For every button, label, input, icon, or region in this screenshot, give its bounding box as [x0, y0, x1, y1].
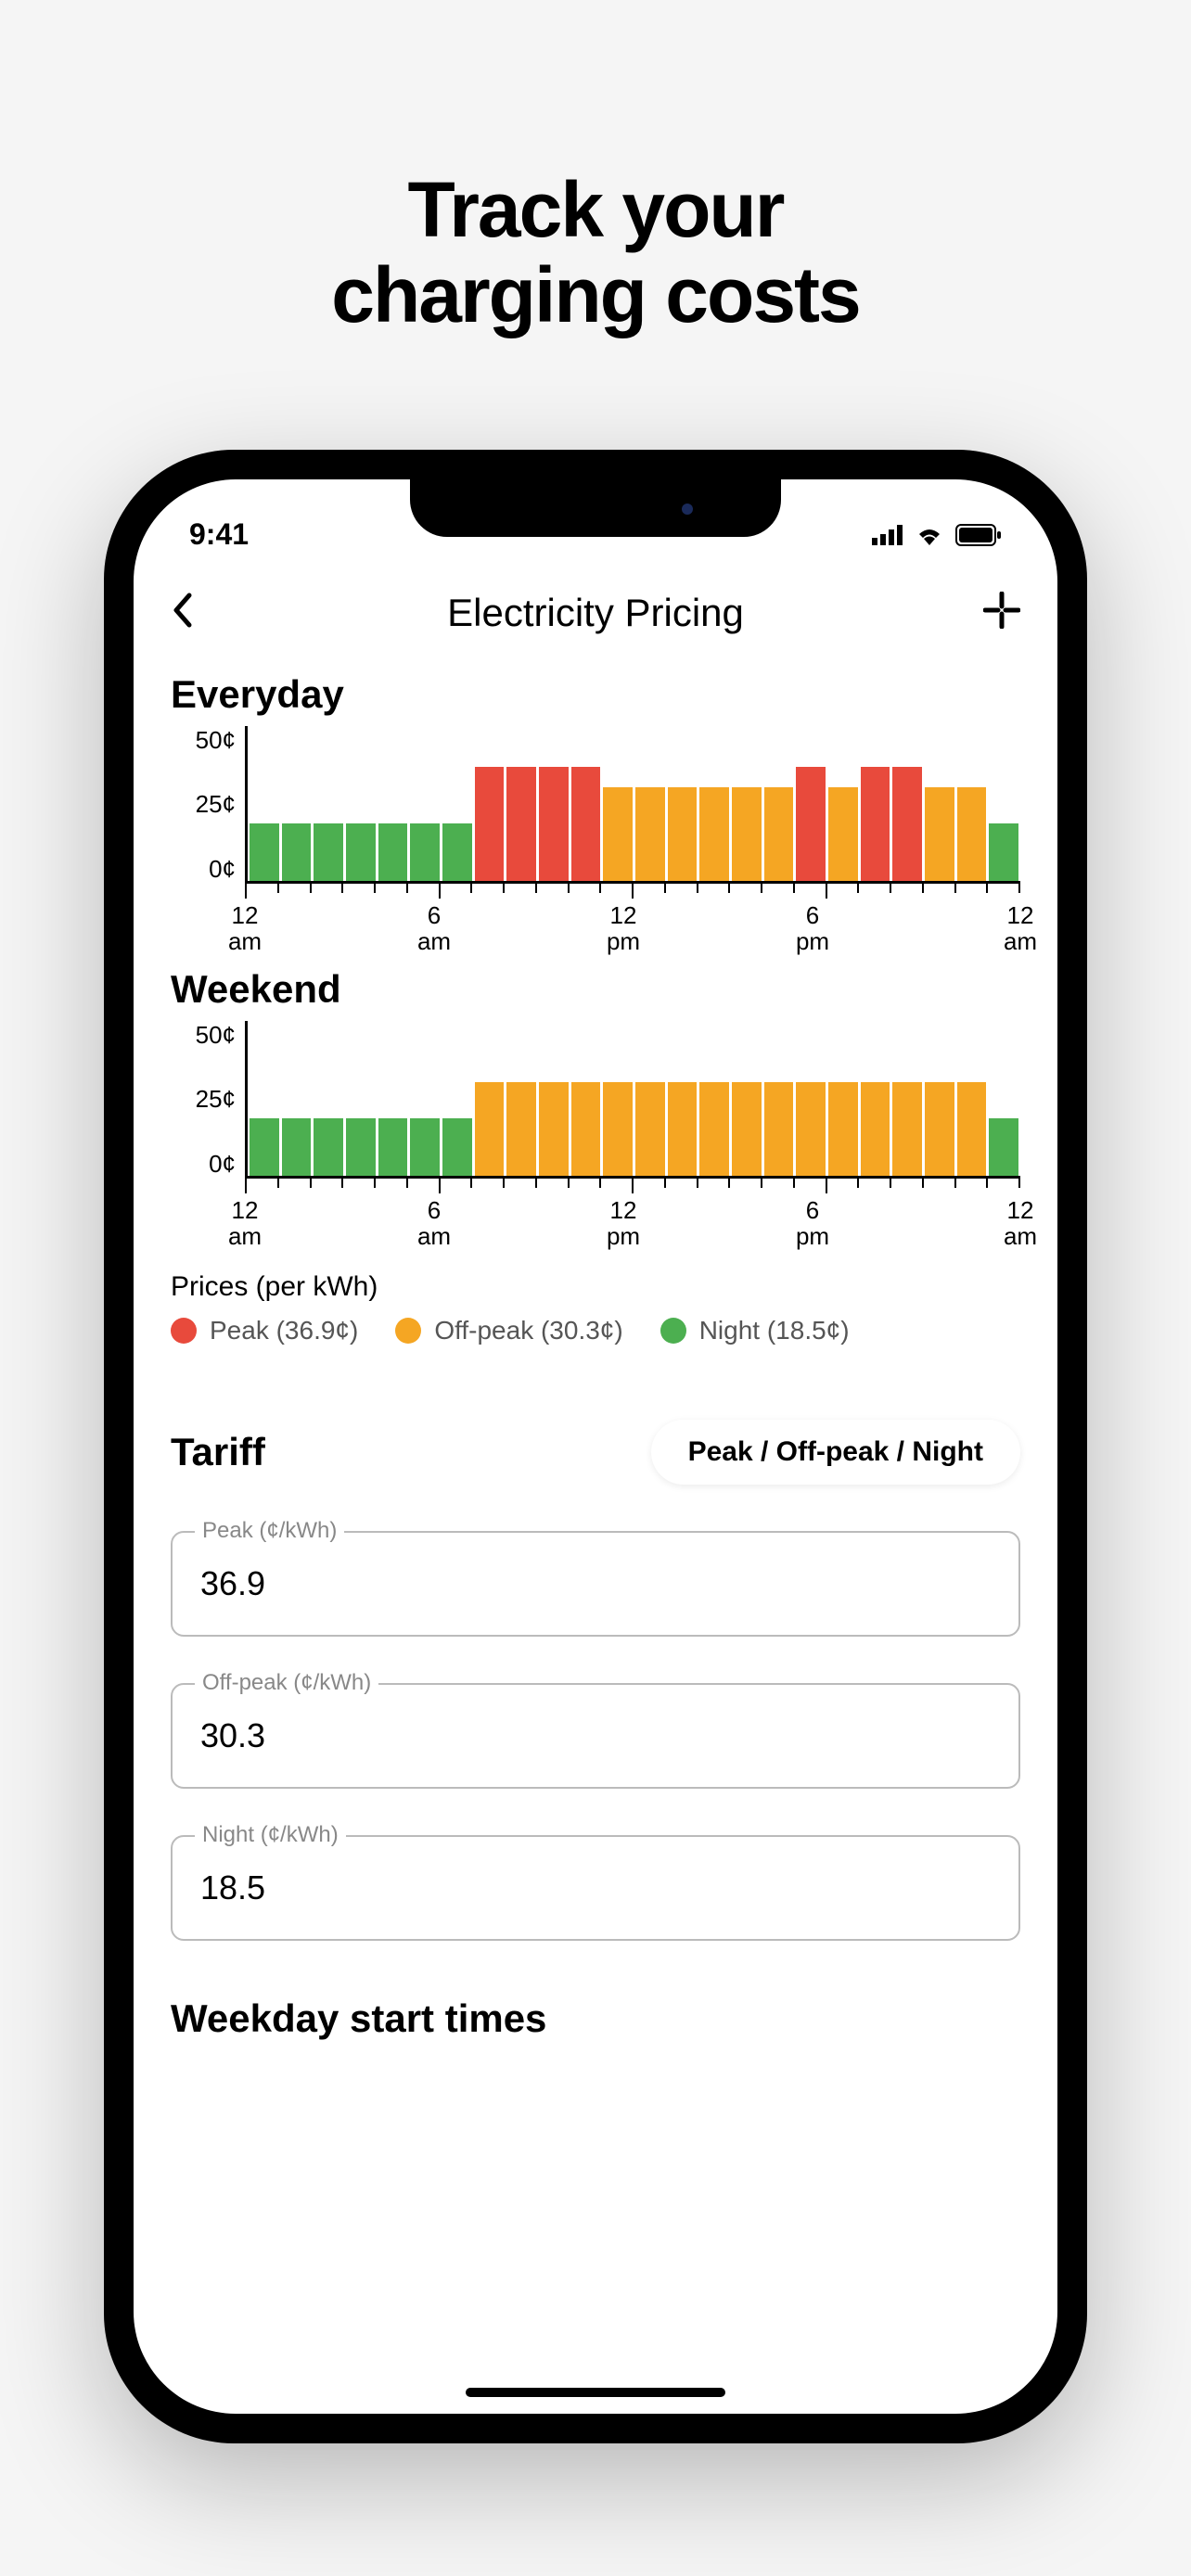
- legend-offpeak: Off-peak (30.3¢): [395, 1316, 622, 1345]
- bar-hour-22: [957, 1082, 987, 1176]
- bar-hour-19: [861, 767, 890, 881]
- weekday-start-times-title: Weekday start times: [171, 1996, 1020, 2041]
- bar-hour-0: [250, 823, 279, 881]
- bar-hour-6: [442, 1118, 472, 1176]
- bar-hour-23: [989, 1118, 1018, 1176]
- bar-hour-10: [571, 767, 601, 881]
- bar-hour-3: [346, 823, 376, 881]
- legend-peak: Peak (36.9¢): [171, 1316, 358, 1345]
- bar-hour-18: [828, 787, 858, 881]
- offpeak-field-label: Off-peak (¢/kWh): [195, 1670, 378, 1696]
- bar-hour-8: [506, 767, 536, 881]
- page-title: Electricity Pricing: [447, 591, 744, 635]
- weekend-title: Weekend: [171, 967, 1020, 1012]
- cellular-icon: [872, 525, 903, 545]
- bar-hour-2: [314, 823, 343, 881]
- phone-frame: 9:41: [104, 450, 1087, 2443]
- bar-hour-1: [282, 1118, 312, 1176]
- night-input[interactable]: [171, 1835, 1020, 1941]
- bar-hour-8: [506, 1082, 536, 1176]
- bar-hour-18: [828, 1082, 858, 1176]
- status-time: 9:41: [189, 517, 249, 552]
- bar-hour-15: [732, 787, 762, 881]
- bar-hour-14: [699, 1082, 729, 1176]
- weekend-chart: 50¢ 25¢ 0¢ 12am 6am 12pm 6pm 12am: [171, 1021, 1020, 1243]
- peak-input[interactable]: [171, 1531, 1020, 1637]
- bar-hour-15: [732, 1082, 762, 1176]
- tariff-label: Tariff: [171, 1430, 265, 1474]
- legend-title: Prices (per kWh): [171, 1271, 1020, 1303]
- bar-hour-21: [925, 787, 954, 881]
- home-indicator[interactable]: [466, 2388, 725, 2397]
- everyday-title: Everyday: [171, 672, 1020, 717]
- legend-night: Night (18.5¢): [660, 1316, 850, 1345]
- bar-hour-5: [410, 1118, 440, 1176]
- add-action-button[interactable]: [983, 592, 1020, 633]
- offpeak-dot-icon: [395, 1318, 421, 1344]
- bar-hour-7: [475, 767, 505, 881]
- bar-hour-6: [442, 823, 472, 881]
- bar-hour-13: [668, 787, 698, 881]
- bar-hour-12: [635, 1082, 665, 1176]
- legend: Peak (36.9¢) Off-peak (30.3¢) Night (18.…: [171, 1316, 1020, 1345]
- night-field-label: Night (¢/kWh): [195, 1822, 346, 1848]
- bar-hour-16: [764, 1082, 794, 1176]
- bar-hour-9: [539, 1082, 569, 1176]
- bar-hour-20: [892, 1082, 922, 1176]
- bar-hour-9: [539, 767, 569, 881]
- everyday-chart: 50¢ 25¢ 0¢ 12am 6am 12pm 6pm 12am: [171, 726, 1020, 949]
- screen: 9:41: [134, 479, 1057, 2414]
- bar-hour-3: [346, 1118, 376, 1176]
- peak-dot-icon: [171, 1318, 197, 1344]
- bar-hour-16: [764, 787, 794, 881]
- bar-hour-17: [796, 1082, 826, 1176]
- back-button[interactable]: [171, 592, 208, 633]
- bar-hour-5: [410, 823, 440, 881]
- bar-hour-4: [378, 823, 408, 881]
- bar-hour-13: [668, 1082, 698, 1176]
- tariff-selector[interactable]: Peak / Off-peak / Night: [651, 1420, 1020, 1485]
- peak-field-label: Peak (¢/kWh): [195, 1518, 344, 1544]
- bar-hour-14: [699, 787, 729, 881]
- battery-icon: [955, 524, 1002, 546]
- bar-hour-23: [989, 823, 1018, 881]
- bar-hour-20: [892, 767, 922, 881]
- bar-hour-17: [796, 767, 826, 881]
- bar-hour-12: [635, 787, 665, 881]
- bar-hour-11: [603, 1082, 633, 1176]
- offpeak-input[interactable]: [171, 1683, 1020, 1789]
- night-dot-icon: [660, 1318, 686, 1344]
- wifi-icon: [915, 525, 944, 545]
- bar-hour-1: [282, 823, 312, 881]
- bar-hour-0: [250, 1118, 279, 1176]
- bar-hour-21: [925, 1082, 954, 1176]
- notch: [410, 479, 781, 537]
- bar-hour-19: [861, 1082, 890, 1176]
- promo-title: Track your charging costs: [331, 167, 859, 338]
- bar-hour-2: [314, 1118, 343, 1176]
- bar-hour-11: [603, 787, 633, 881]
- bar-hour-22: [957, 787, 987, 881]
- bar-hour-10: [571, 1082, 601, 1176]
- bar-hour-7: [475, 1082, 505, 1176]
- bar-hour-4: [378, 1118, 408, 1176]
